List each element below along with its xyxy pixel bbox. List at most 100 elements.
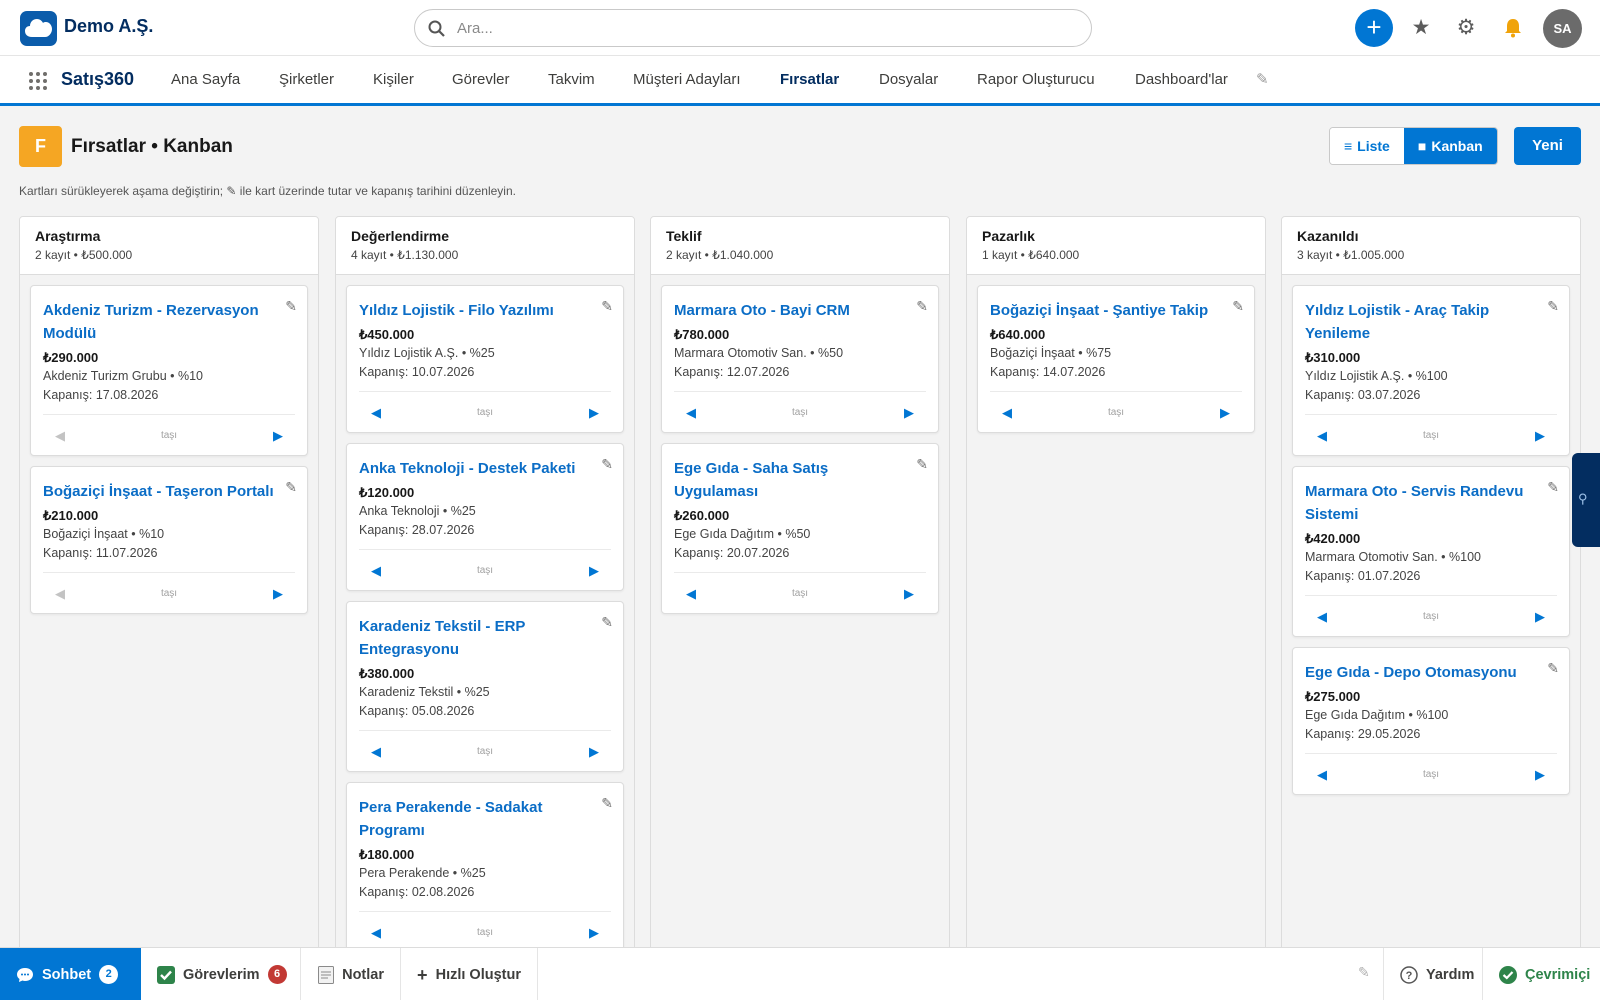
move-right-arrow-icon[interactable]: ▶ (273, 586, 283, 602)
nav-edit-pencil-icon[interactable]: ✎ (1256, 70, 1269, 88)
search-icon: ⚲ (1578, 491, 1588, 506)
move-right-arrow-icon[interactable]: ▶ (904, 586, 914, 602)
move-right-arrow-icon[interactable]: ▶ (589, 925, 599, 941)
chat-utility-button[interactable]: Sohbet 2 (0, 948, 141, 1000)
column-summary: 4 kayıt • ₺1.130.000 (351, 248, 459, 262)
nav-item-calendar[interactable]: Takvim (548, 71, 595, 88)
column-header: Teklif 2 kayıt • ₺1.040.000 (651, 217, 949, 275)
move-right-arrow-icon[interactable]: ▶ (273, 428, 283, 444)
notepad-icon (317, 965, 334, 984)
edit-pencil-icon[interactable]: ✎ (1547, 298, 1559, 315)
opportunity-card[interactable]: Boğaziçi İnşaat - Taşeron Portalı ✎ ₺210.0… (30, 466, 308, 614)
edit-pencil-icon[interactable]: ✎ (1232, 298, 1244, 315)
edit-pencil-icon[interactable]: ✎ (916, 298, 928, 315)
kanban-view-label: Kanban (1431, 138, 1483, 154)
search-input[interactable] (457, 17, 1057, 39)
user-avatar[interactable]: SA (1543, 9, 1582, 48)
utility-edit-pencil-icon[interactable]: ✎ (1358, 964, 1370, 981)
edit-pencil-icon[interactable]: ✎ (601, 795, 613, 812)
opportunity-card[interactable]: Yıldız Lojistik - Araç Takip Yenileme ✎ ₺3… (1292, 285, 1570, 456)
edit-pencil-icon[interactable]: ✎ (1547, 479, 1559, 496)
card-title-link[interactable]: Marmara Oto - Bayi CRM (674, 299, 906, 322)
opportunity-card[interactable]: Ege Gıda - Saha Satış Uygulaması ✎ ₺260.00… (661, 443, 939, 614)
edit-pencil-icon[interactable]: ✎ (285, 479, 297, 496)
card-title-link[interactable]: Boğaziçi İnşaat - Taşeron Portalı (43, 480, 275, 503)
move-right-arrow-icon[interactable]: ▶ (1535, 767, 1545, 783)
card-title-link[interactable]: Anka Teknoloji - Destek Paketi (359, 457, 591, 480)
nav-item-tasks[interactable]: Görevler (452, 71, 510, 88)
card-title-link[interactable]: Akdeniz Turizm - Rezervasyon Modülü (43, 299, 275, 345)
move-label: taşı (1422, 611, 1440, 622)
opportunity-card[interactable]: Pera Perakende - Sadakat Programı ✎ ₺180.0… (346, 782, 624, 953)
setup-gear-icon[interactable]: ⚙ (1451, 13, 1481, 43)
opportunity-card[interactable]: Anka Teknoloji - Destek Paketi ✎ ₺120.000 A… (346, 443, 624, 591)
new-opportunity-button[interactable]: Yeni (1514, 127, 1581, 165)
opportunity-card[interactable]: Ege Gıda - Depo Otomasyonu ✎ ₺275.000 Ege G… (1292, 647, 1570, 795)
app-launcher-icon[interactable] (29, 72, 47, 90)
nav-item-dashboards[interactable]: Dashboard'lar (1135, 71, 1228, 88)
nav-item-home[interactable]: Ana Sayfa (171, 71, 240, 88)
global-add-button[interactable]: + (1355, 9, 1393, 47)
opportunity-card[interactable]: Marmara Oto - Servis Randevu Sistemi ✎ ₺42… (1292, 466, 1570, 637)
card-title-link[interactable]: Ege Gıda - Saha Satış Uygulaması (674, 457, 906, 503)
card-title-link[interactable]: Yıldız Lojistik - Araç Takip Yenileme (1305, 299, 1537, 345)
move-label: taşı (476, 565, 494, 576)
column-card-list: Akdeniz Turizm - Rezervasyon Modülü ✎ ₺290… (20, 275, 318, 614)
move-right-arrow-icon[interactable]: ▶ (589, 563, 599, 579)
move-right-arrow-icon[interactable]: ▶ (904, 405, 914, 421)
edit-pencil-icon[interactable]: ✎ (601, 456, 613, 473)
card-title-link[interactable]: Boğaziçi İnşaat - Şantiye Takip (990, 299, 1222, 322)
card-account-probability: Marmara Otomotiv San. • %50 (674, 346, 844, 360)
nav-item-accounts[interactable]: Şirketler (279, 71, 334, 88)
opportunity-card[interactable]: Karadeniz Tekstil - ERP Entegrasyonu ✎ ₺38… (346, 601, 624, 772)
list-view-button[interactable]: ≡ Liste (1330, 128, 1404, 164)
nav-item-files[interactable]: Dosyalar (879, 71, 938, 88)
nav-item-report-builder[interactable]: Rapor Oluşturucu (977, 71, 1095, 88)
view-toggle: ≡ Liste ■ Kanban (1329, 127, 1498, 165)
kanban-view-button[interactable]: ■ Kanban (1403, 128, 1497, 164)
list-view-label: Liste (1357, 138, 1390, 154)
edit-pencil-icon[interactable]: ✎ (1547, 660, 1559, 677)
card-account-probability: Ege Gıda Dağıtım • %50 (674, 527, 811, 541)
opportunity-card[interactable]: Akdeniz Turizm - Rezervasyon Modülü ✎ ₺290… (30, 285, 308, 456)
cloud-logo-icon[interactable] (20, 11, 57, 46)
nav-item-opportunities[interactable]: Fırsatlar (780, 71, 839, 88)
help-utility-button[interactable]: ? Yardım (1383, 948, 1483, 1000)
move-right-arrow-icon[interactable]: ▶ (1535, 428, 1545, 444)
move-right-arrow-icon[interactable]: ▶ (589, 744, 599, 760)
card-title-link[interactable]: Marmara Oto - Servis Randevu Sistemi (1305, 480, 1537, 526)
online-status-button[interactable]: Çevrimiçi (1483, 948, 1600, 1000)
move-right-arrow-icon[interactable]: ▶ (1535, 609, 1545, 625)
move-right-arrow-icon[interactable]: ▶ (1220, 405, 1230, 421)
opportunity-card[interactable]: Yıldız Lojistik - Filo Yazılımı ✎ ₺450.000… (346, 285, 624, 433)
edit-pencil-icon[interactable]: ✎ (601, 298, 613, 315)
card-title-link[interactable]: Pera Perakende - Sadakat Programı (359, 796, 591, 842)
checkbox-checked-icon (157, 965, 175, 984)
column-header: Araştırma 2 kayıt • ₺500.000 (20, 217, 318, 275)
move-label: taşı (1107, 407, 1125, 418)
card-account-probability: Anka Teknoloji • %25 (359, 504, 476, 518)
move-right-arrow-icon[interactable]: ▶ (589, 405, 599, 421)
card-title-link[interactable]: Karadeniz Tekstil - ERP Entegrasyonu (359, 615, 591, 661)
edit-pencil-icon[interactable]: ✎ (916, 456, 928, 473)
side-search-tab[interactable]: ⚲ (1572, 453, 1600, 547)
nav-item-leads[interactable]: Müşteri Adayları (633, 71, 741, 88)
nav-item-contacts[interactable]: Kişiler (373, 71, 414, 88)
notes-label: Notlar (342, 966, 384, 983)
favorites-star-icon[interactable]: ★ (1406, 13, 1436, 43)
global-search[interactable] (414, 9, 1092, 47)
card-close-date: Kapanış: 12.07.2026 (674, 365, 790, 379)
edit-pencil-icon[interactable]: ✎ (285, 298, 297, 315)
notes-utility-button[interactable]: Notlar (301, 948, 401, 1000)
edit-pencil-icon[interactable]: ✎ (601, 614, 613, 631)
card-title-link[interactable]: Ege Gıda - Depo Otomasyonu (1305, 661, 1537, 684)
my-tasks-utility-button[interactable]: Görevlerim 6 (141, 948, 301, 1000)
card-title-link[interactable]: Yıldız Lojistik - Filo Yazılımı (359, 299, 591, 322)
opportunity-card[interactable]: Marmara Oto - Bayi CRM ✎ ₺780.000 Marmara O… (661, 285, 939, 433)
quick-create-utility-button[interactable]: + Hızlı Oluştur (401, 948, 538, 1000)
card-move-controls: ◀ taşı ▶ (1305, 595, 1557, 636)
utility-bar: Sohbet 2 Görevlerim 6 Notlar + Hızlı Olu… (0, 947, 1600, 1000)
opportunity-card[interactable]: Boğaziçi İnşaat - Şantiye Takip ✎ ₺640.000… (977, 285, 1255, 433)
notifications-bell-icon[interactable] (1498, 13, 1528, 43)
help-question-icon: ? (1400, 965, 1418, 984)
